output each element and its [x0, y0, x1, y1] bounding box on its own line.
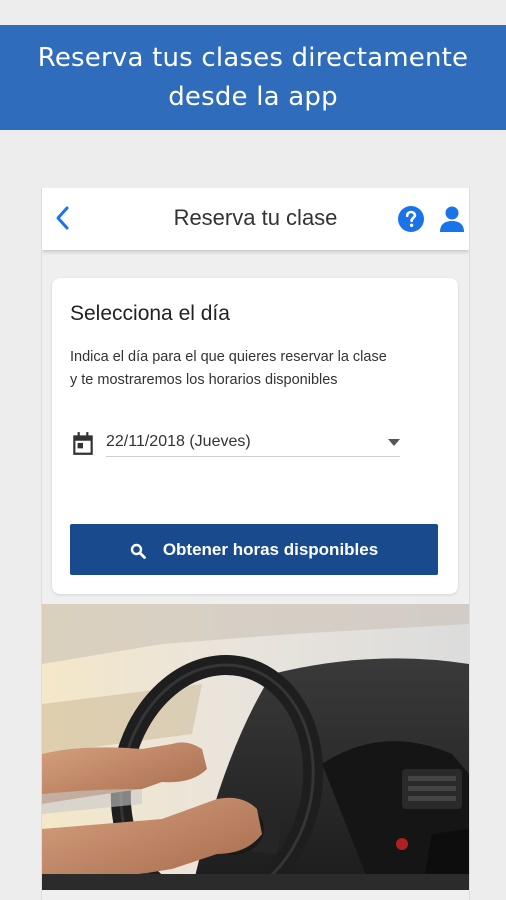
- promo-banner: Reserva tus clases directamente desde la…: [0, 25, 506, 130]
- promo-banner-text: Reserva tus clases directamente desde la…: [37, 42, 469, 112]
- search-button-label: Obtener horas disponibles: [162, 539, 379, 559]
- get-available-hours-button[interactable]: Obtener horas disponibles: [70, 524, 438, 575]
- chevron-down-icon: [388, 439, 400, 446]
- date-selection-card: Selecciona el día Indica el día para el …: [52, 278, 458, 594]
- date-value: 22/11/2018 (Jueves): [106, 433, 251, 450]
- card-description: Indica el día para el que quieres reserv…: [70, 349, 387, 388]
- help-icon[interactable]: [397, 205, 425, 233]
- app-bar: Reserva tu clase: [42, 188, 469, 250]
- phone-screen: Reserva tu clase Selecciona el día Indic…: [41, 188, 470, 900]
- steering-wheel-photo: [42, 604, 469, 890]
- date-dropdown[interactable]: 22/11/2018 (Jueves): [106, 428, 400, 457]
- card-title: Selecciona el día: [70, 302, 230, 325]
- search-icon: [130, 543, 146, 559]
- user-icon[interactable]: [439, 205, 465, 232]
- calendar-icon: [73, 432, 93, 455]
